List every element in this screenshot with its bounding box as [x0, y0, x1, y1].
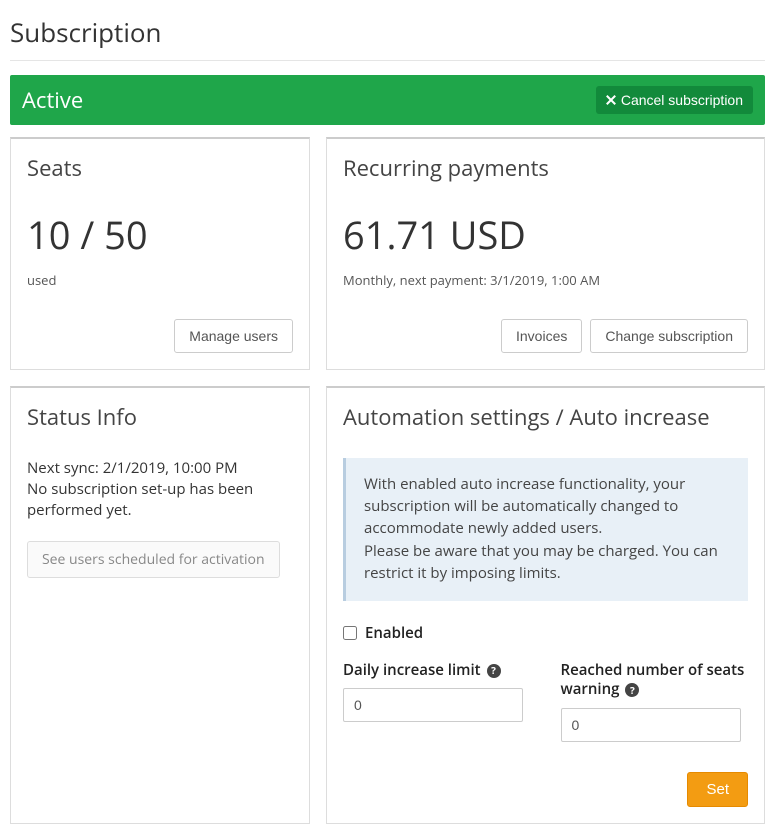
cancel-subscription-label: Cancel subscription — [621, 92, 743, 108]
seats-warning-input[interactable] — [561, 708, 741, 742]
close-icon — [606, 95, 616, 105]
status-bar: Active Cancel subscription — [10, 75, 765, 125]
seats-caption: used — [27, 271, 293, 289]
seats-value: 10 / 50 — [27, 209, 293, 261]
page-title: Subscription — [10, 10, 765, 61]
daily-limit-label-text: Daily increase limit — [343, 660, 481, 680]
enabled-checkbox[interactable] — [343, 626, 357, 640]
seats-warning-label-text: Reached number of seats warning — [561, 660, 745, 700]
manage-users-button[interactable]: Manage users — [174, 319, 293, 353]
help-icon[interactable]: ? — [625, 683, 639, 697]
seats-title: Seats — [27, 153, 293, 183]
status-info-title: Status Info — [27, 402, 293, 432]
status-active-label: Active — [22, 85, 83, 115]
status-next-sync: Next sync: 2/1/2019, 10:00 PM — [27, 458, 293, 479]
see-scheduled-users-button: See users scheduled for activation — [27, 541, 280, 578]
daily-limit-input[interactable] — [343, 688, 523, 722]
payments-caption: Monthly, next payment: 3/1/2019, 1:00 AM — [343, 271, 748, 289]
status-info-panel: Status Info Next sync: 2/1/2019, 10:00 P… — [10, 386, 310, 824]
cancel-subscription-button[interactable]: Cancel subscription — [596, 86, 753, 114]
enabled-label[interactable]: Enabled — [365, 623, 423, 643]
invoices-button[interactable]: Invoices — [501, 319, 582, 353]
help-icon[interactable]: ? — [487, 664, 501, 678]
change-subscription-button[interactable]: Change subscription — [590, 319, 748, 353]
payments-panel: Recurring payments 61.71 USD Monthly, ne… — [326, 137, 765, 370]
set-button[interactable]: Set — [687, 772, 748, 807]
payments-value: 61.71 USD — [343, 209, 748, 261]
automation-title: Automation settings / Auto increase — [343, 402, 748, 432]
automation-panel: Automation settings / Auto increase With… — [326, 386, 765, 824]
automation-info-callout: With enabled auto increase functionality… — [343, 458, 748, 601]
automation-info-p2: Please be aware that you may be charged.… — [364, 541, 730, 585]
daily-limit-label: Daily increase limit ? — [343, 661, 531, 681]
automation-info-p1: With enabled auto increase functionality… — [364, 474, 730, 539]
seats-panel: Seats 10 / 50 used Manage users — [10, 137, 310, 370]
status-message: No subscription set-up has been performe… — [27, 479, 293, 521]
payments-title: Recurring payments — [343, 153, 748, 183]
seats-warning-label: Reached number of seats warning ? — [561, 661, 749, 700]
